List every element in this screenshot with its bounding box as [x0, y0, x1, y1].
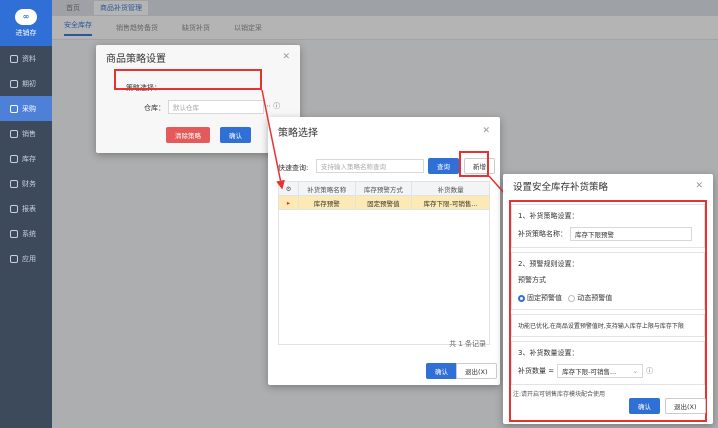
section-quantity: 3、补货数量设置： 补货数量 = 库存下限-可销售... ⌄ ⓘ [511, 341, 705, 385]
section-warning-rule: 2、预警规则设置： 预警方式 固定预警值 动态预警值 [511, 252, 705, 310]
footnote: 注:请开启可销售库存模块配合使用 [513, 391, 606, 398]
dialog3-title: 设置安全库存补货策略 [513, 182, 609, 193]
dialog3-exit-button[interactable]: 退出(X) [665, 398, 706, 414]
radio-fixed-warning[interactable] [518, 294, 525, 302]
warning-mode-label: 预警方式 [518, 276, 546, 284]
quantity-formula-select[interactable]: 库存下限-可销售... ⌄ [557, 364, 644, 378]
optimization-note: 功能已优化,在商品设置预警值时,支持输入库存上限与库存下限 [511, 314, 705, 337]
dialog3-confirm-button[interactable]: 确认 [629, 398, 660, 414]
safety-stock-strategy-dialog: 设置安全库存补货策略 ✕ 1、补货策略设置： 补货策略名称： 库存下限预警 2、预… [503, 174, 713, 424]
help-icon[interactable]: ⓘ [646, 366, 653, 376]
close-icon[interactable]: ✕ [695, 181, 703, 191]
arrow-to-table [261, 89, 285, 190]
chevron-down-icon: ⌄ [632, 367, 639, 375]
section-strategy: 1、补货策略设置： 补货策略名称： 库存下限预警 [511, 204, 705, 248]
radio-dynamic-warning[interactable] [568, 294, 576, 302]
strategy-name-input[interactable]: 库存下限预警 [570, 227, 692, 241]
strategy-name-label: 补货策略名称： [518, 230, 567, 238]
quantity-label: 补货数量 = [518, 367, 555, 375]
